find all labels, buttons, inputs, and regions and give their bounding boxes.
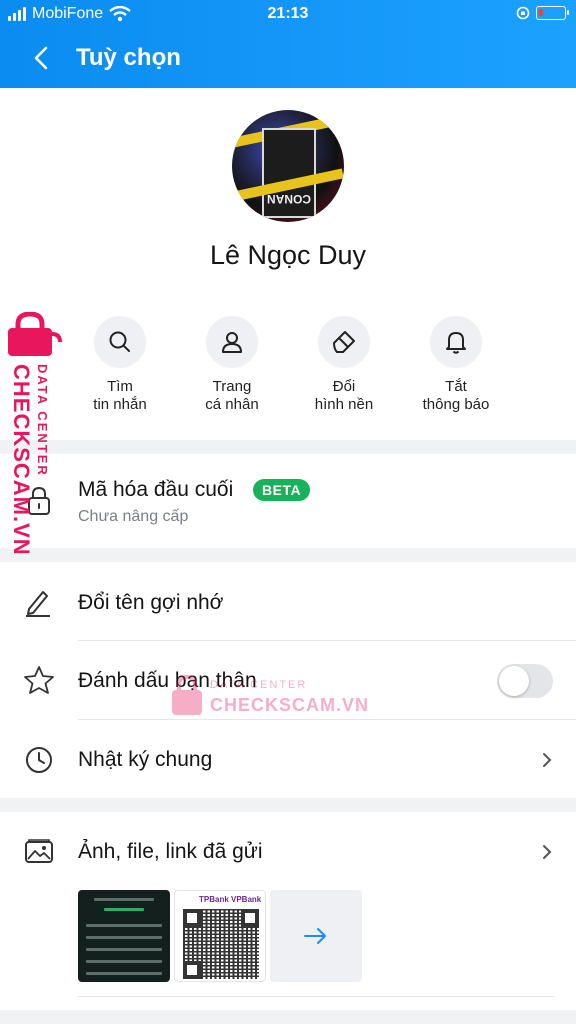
top-bar: MobiFone 21:13 Tuỳ chọn <box>0 0 576 88</box>
view-all-media-button[interactable] <box>270 890 362 982</box>
image-folder-icon <box>25 839 53 863</box>
star-icon <box>24 666 54 694</box>
action-label-line2: thông báo <box>422 396 490 413</box>
mute-notifications-button[interactable]: Tắt thông báo <box>400 316 512 426</box>
section-divider <box>0 440 576 454</box>
media-thumbnail-transfer[interactable] <box>78 890 170 982</box>
shared-diary-label: Nhật ký chung <box>78 748 213 771</box>
divider <box>78 996 554 997</box>
shared-media-label: Ảnh, file, link đã gửi <box>78 840 263 863</box>
qr-code <box>183 909 259 979</box>
section-divider <box>0 798 576 812</box>
section-divider <box>0 1010 576 1024</box>
watermark-line1: DATA CENTER <box>210 679 308 691</box>
watermark-line2: CHECKSCAM.VN <box>9 364 34 556</box>
status-bar: MobiFone 21:13 <box>0 0 576 30</box>
action-label-line2: cá nhân <box>205 396 259 413</box>
watermark-line2: CHECKSCAM.VN <box>210 695 370 715</box>
action-label-line1: Tắt <box>445 378 467 395</box>
avatar-text: CONAN <box>267 192 311 206</box>
profile-page-button[interactable]: Trang cá nhân <box>176 316 288 426</box>
chevron-right-icon <box>543 845 552 859</box>
page-title: Tuỳ chọn <box>76 44 181 71</box>
arrow-right-icon <box>304 928 326 944</box>
bank-name: TPBank VPBank <box>199 895 262 904</box>
encryption-title: Mã hóa đầu cuối <box>78 478 234 501</box>
person-icon <box>222 332 242 353</box>
battery-icon <box>536 6 569 20</box>
back-arrow-icon[interactable] <box>28 44 56 72</box>
avatar[interactable]: CONAN <box>232 110 344 222</box>
chevron-right-icon <box>543 753 552 767</box>
watermark-side: DATA CENTER CHECKSCAM.VN <box>6 312 62 562</box>
pencil-icon <box>26 591 50 617</box>
watermark-line1: DATA CENTER <box>35 364 50 477</box>
watermark-lock-icon <box>8 312 62 356</box>
watermark-lock-icon <box>172 675 202 715</box>
rename-label: Đổi tên gợi nhớ <box>78 591 224 614</box>
status-time: 21:13 <box>267 5 309 22</box>
action-label-line1: Trang <box>212 378 252 395</box>
media-thumbnail-qr[interactable]: TPBank VPBank <box>174 890 266 982</box>
search-messages-button[interactable]: Tìm tin nhắn <box>64 316 176 426</box>
section-divider <box>0 548 576 562</box>
action-label-line1: Đổi <box>332 378 356 395</box>
change-wallpaper-button[interactable]: Đổi hình nền <box>288 316 400 426</box>
watermark-center: DATA CENTER CHECKSCAM.VN <box>170 673 370 723</box>
rotation-lock-icon <box>516 6 530 20</box>
action-label-line2: tin nhắn <box>93 396 147 413</box>
action-label-line1: Tìm <box>107 378 133 395</box>
bell-icon <box>446 332 466 354</box>
paint-brush-icon <box>333 331 355 353</box>
search-icon <box>109 331 130 352</box>
header: Tuỳ chọn <box>0 30 576 88</box>
best-friend-toggle[interactable] <box>497 664 553 698</box>
encryption-subtitle: Chưa nâng cấp <box>78 508 189 525</box>
clock-icon <box>26 747 52 773</box>
quick-actions: Tìmtin nhắn Trangcá nhân Đổihình nền <box>64 316 512 426</box>
profile-name: Lê Ngọc Duy <box>209 240 367 270</box>
action-label-line2: hình nền <box>314 396 374 413</box>
beta-badge: BETA <box>253 479 311 501</box>
